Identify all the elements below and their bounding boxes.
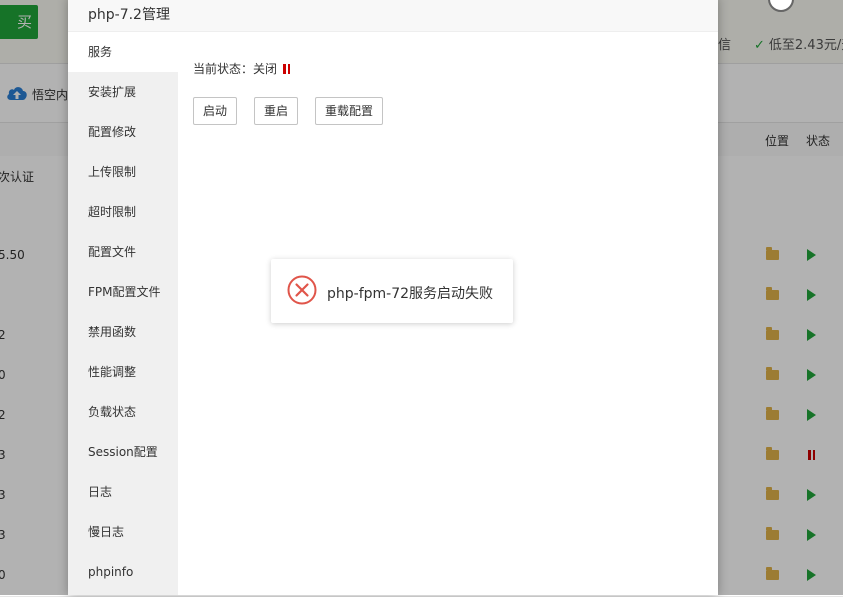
toast-message: php-fpm-72服务启动失败	[327, 286, 494, 302]
sidebar-item[interactable]: Session配置	[68, 432, 178, 472]
start-button[interactable]: 启动	[193, 97, 238, 125]
sidebar-item[interactable]: 配置文件	[68, 232, 178, 272]
sidebar-item[interactable]: 性能调整	[68, 352, 178, 392]
stopped-icon	[283, 64, 291, 74]
sidebar-item[interactable]: 上传限制	[68, 152, 178, 192]
restart-button[interactable]: 重启	[254, 97, 299, 125]
sidebar-item[interactable]: phpinfo	[68, 552, 178, 592]
dialog-title: php-7.2管理	[88, 7, 170, 23]
dialog-titlebar: php-7.2管理	[68, 0, 718, 32]
status-label: 当前状态：	[193, 62, 254, 76]
status-value: 关闭	[253, 62, 278, 76]
sidebar-item[interactable]: 配置修改	[68, 112, 178, 152]
dialog-sidebar: 服务 安装扩展 配置修改 上传限制 超时限制 配置文件 FPM配置文件 禁用函数 性能调整 负载状…	[68, 32, 178, 595]
sidebar-item[interactable]: 超时限制	[68, 192, 178, 232]
sidebar-item[interactable]: 服务	[68, 32, 178, 72]
sidebar-item[interactable]: 禁用函数	[68, 312, 178, 352]
service-status: 当前状态：关闭	[193, 60, 291, 77]
sidebar-item[interactable]: FPM配置文件	[68, 272, 178, 312]
sidebar-item[interactable]: 负载状态	[68, 392, 178, 432]
error-circle-x-icon	[287, 275, 317, 305]
sidebar-item[interactable]: 日志	[68, 472, 178, 512]
reload-config-button[interactable]: 重载配置	[315, 97, 384, 125]
error-toast: php-fpm-72服务启动失败	[271, 259, 513, 323]
sidebar-item[interactable]: 安装扩展	[68, 72, 178, 112]
sidebar-item[interactable]: 慢日志	[68, 512, 178, 552]
